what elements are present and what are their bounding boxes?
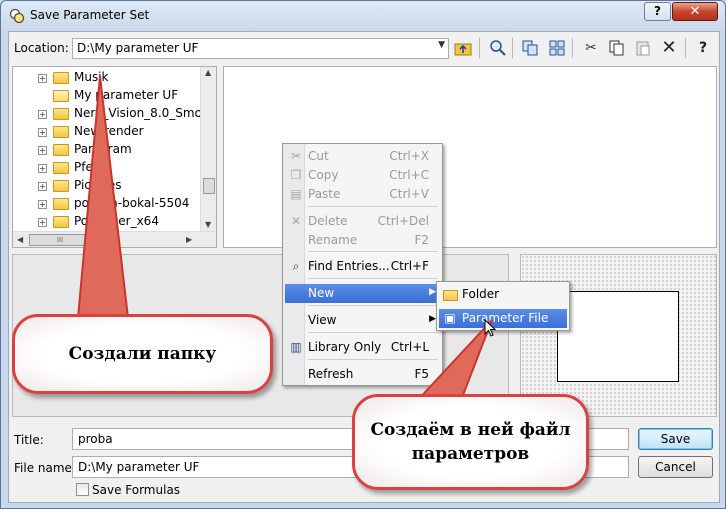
- callout-arrow-1: [76, 75, 130, 319]
- callout-text-1: Создали папку: [68, 344, 217, 364]
- callout-text-2-line1: Создаём в ней файл: [370, 420, 571, 440]
- callout-text-2-line2: параметров: [411, 444, 530, 464]
- callout-bubble-1: Создали папку: [12, 314, 273, 394]
- callout-bubble-2: Создаём в ней файл параметров: [352, 394, 589, 490]
- mouse-cursor-icon: [484, 319, 497, 337]
